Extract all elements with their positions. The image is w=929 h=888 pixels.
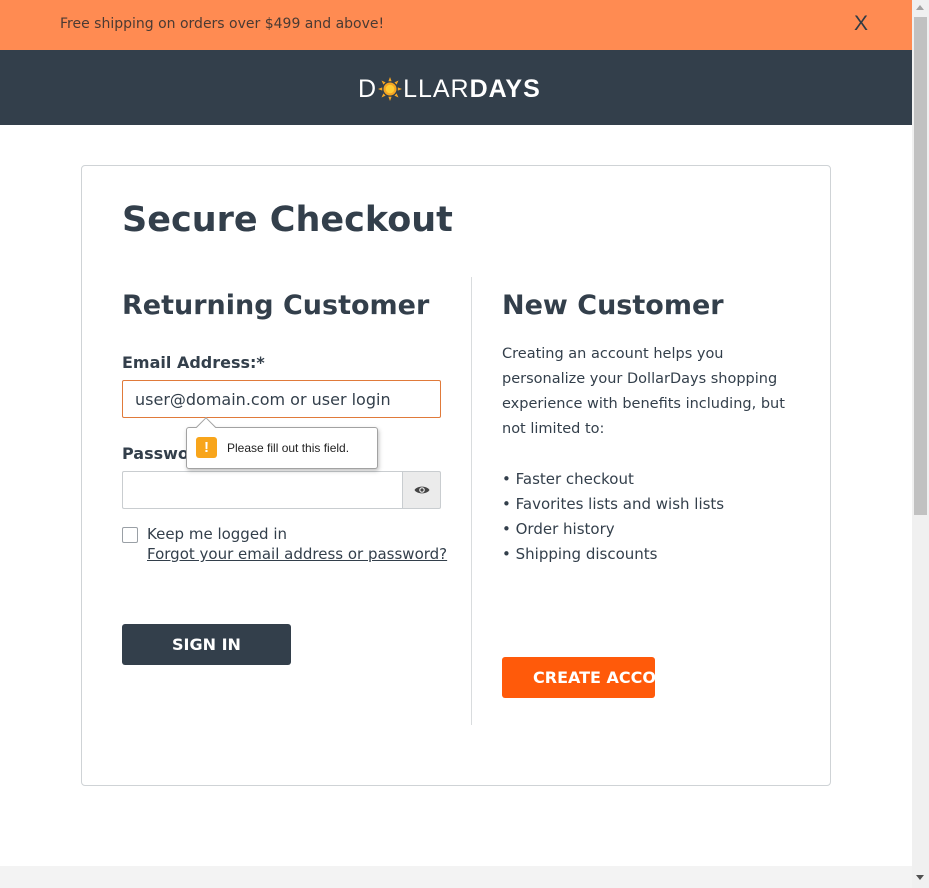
tooltip-arrow	[196, 417, 216, 437]
benefits-list: Faster checkout Favorites lists and wish…	[502, 467, 725, 567]
validation-tooltip: ! Please fill out this field.	[186, 417, 378, 469]
logo-light-text: LLAR	[403, 74, 470, 103]
footer-strip	[0, 866, 912, 888]
scroll-down-icon[interactable]	[916, 875, 924, 880]
keep-logged-in-label[interactable]: Keep me logged in	[147, 525, 287, 543]
logo-prefix: D	[358, 74, 378, 103]
scroll-thumb[interactable]	[914, 17, 927, 515]
dollardays-logo[interactable]: D LLAR DAYS	[358, 74, 541, 103]
keep-logged-in-checkbox[interactable]	[122, 527, 138, 543]
email-field[interactable]	[122, 380, 441, 418]
site-header: D LLAR DAYS	[0, 50, 912, 125]
new-customer-title: New Customer	[502, 290, 724, 321]
promo-text: Free shipping on orders over $499 and ab…	[60, 16, 385, 32]
list-item: Order history	[502, 517, 724, 542]
email-label: Email Address:*	[122, 353, 265, 372]
forgot-credentials-link[interactable]: Forgot your email address or password?	[147, 545, 447, 563]
new-customer-description: Creating an account helps you personaliz…	[502, 346, 785, 437]
returning-customer-title: Returning Customer	[122, 290, 430, 321]
create-account-button[interactable]: CREATE ACCOUNT	[502, 657, 655, 698]
scroll-up-icon[interactable]	[916, 5, 924, 10]
create-account-label: CREATE ACCOUNT	[533, 668, 655, 687]
sun-icon	[378, 77, 403, 101]
list-item: Shipping discounts	[502, 542, 724, 567]
logo-bold-text: DAYS	[469, 74, 541, 103]
checkout-card: Secure Checkout Returning Customer Email…	[81, 165, 831, 786]
show-password-button[interactable]	[402, 471, 441, 509]
eye-icon	[414, 486, 429, 494]
page-title: Secure Checkout	[122, 200, 453, 240]
list-item: Faster checkout	[502, 467, 724, 492]
sign-in-button[interactable]: SIGN IN	[122, 624, 291, 665]
vertical-scrollbar[interactable]	[912, 0, 929, 888]
promo-bar: Free shipping on orders over $499 and ab…	[0, 0, 912, 50]
warning-icon: !	[196, 437, 217, 458]
list-item: Favorites lists and wish lists	[502, 492, 725, 517]
column-divider	[471, 277, 472, 725]
validation-message: Please fill out this field.	[227, 441, 350, 455]
close-promo-button[interactable]: X	[854, 12, 868, 36]
password-field[interactable]	[122, 471, 403, 509]
